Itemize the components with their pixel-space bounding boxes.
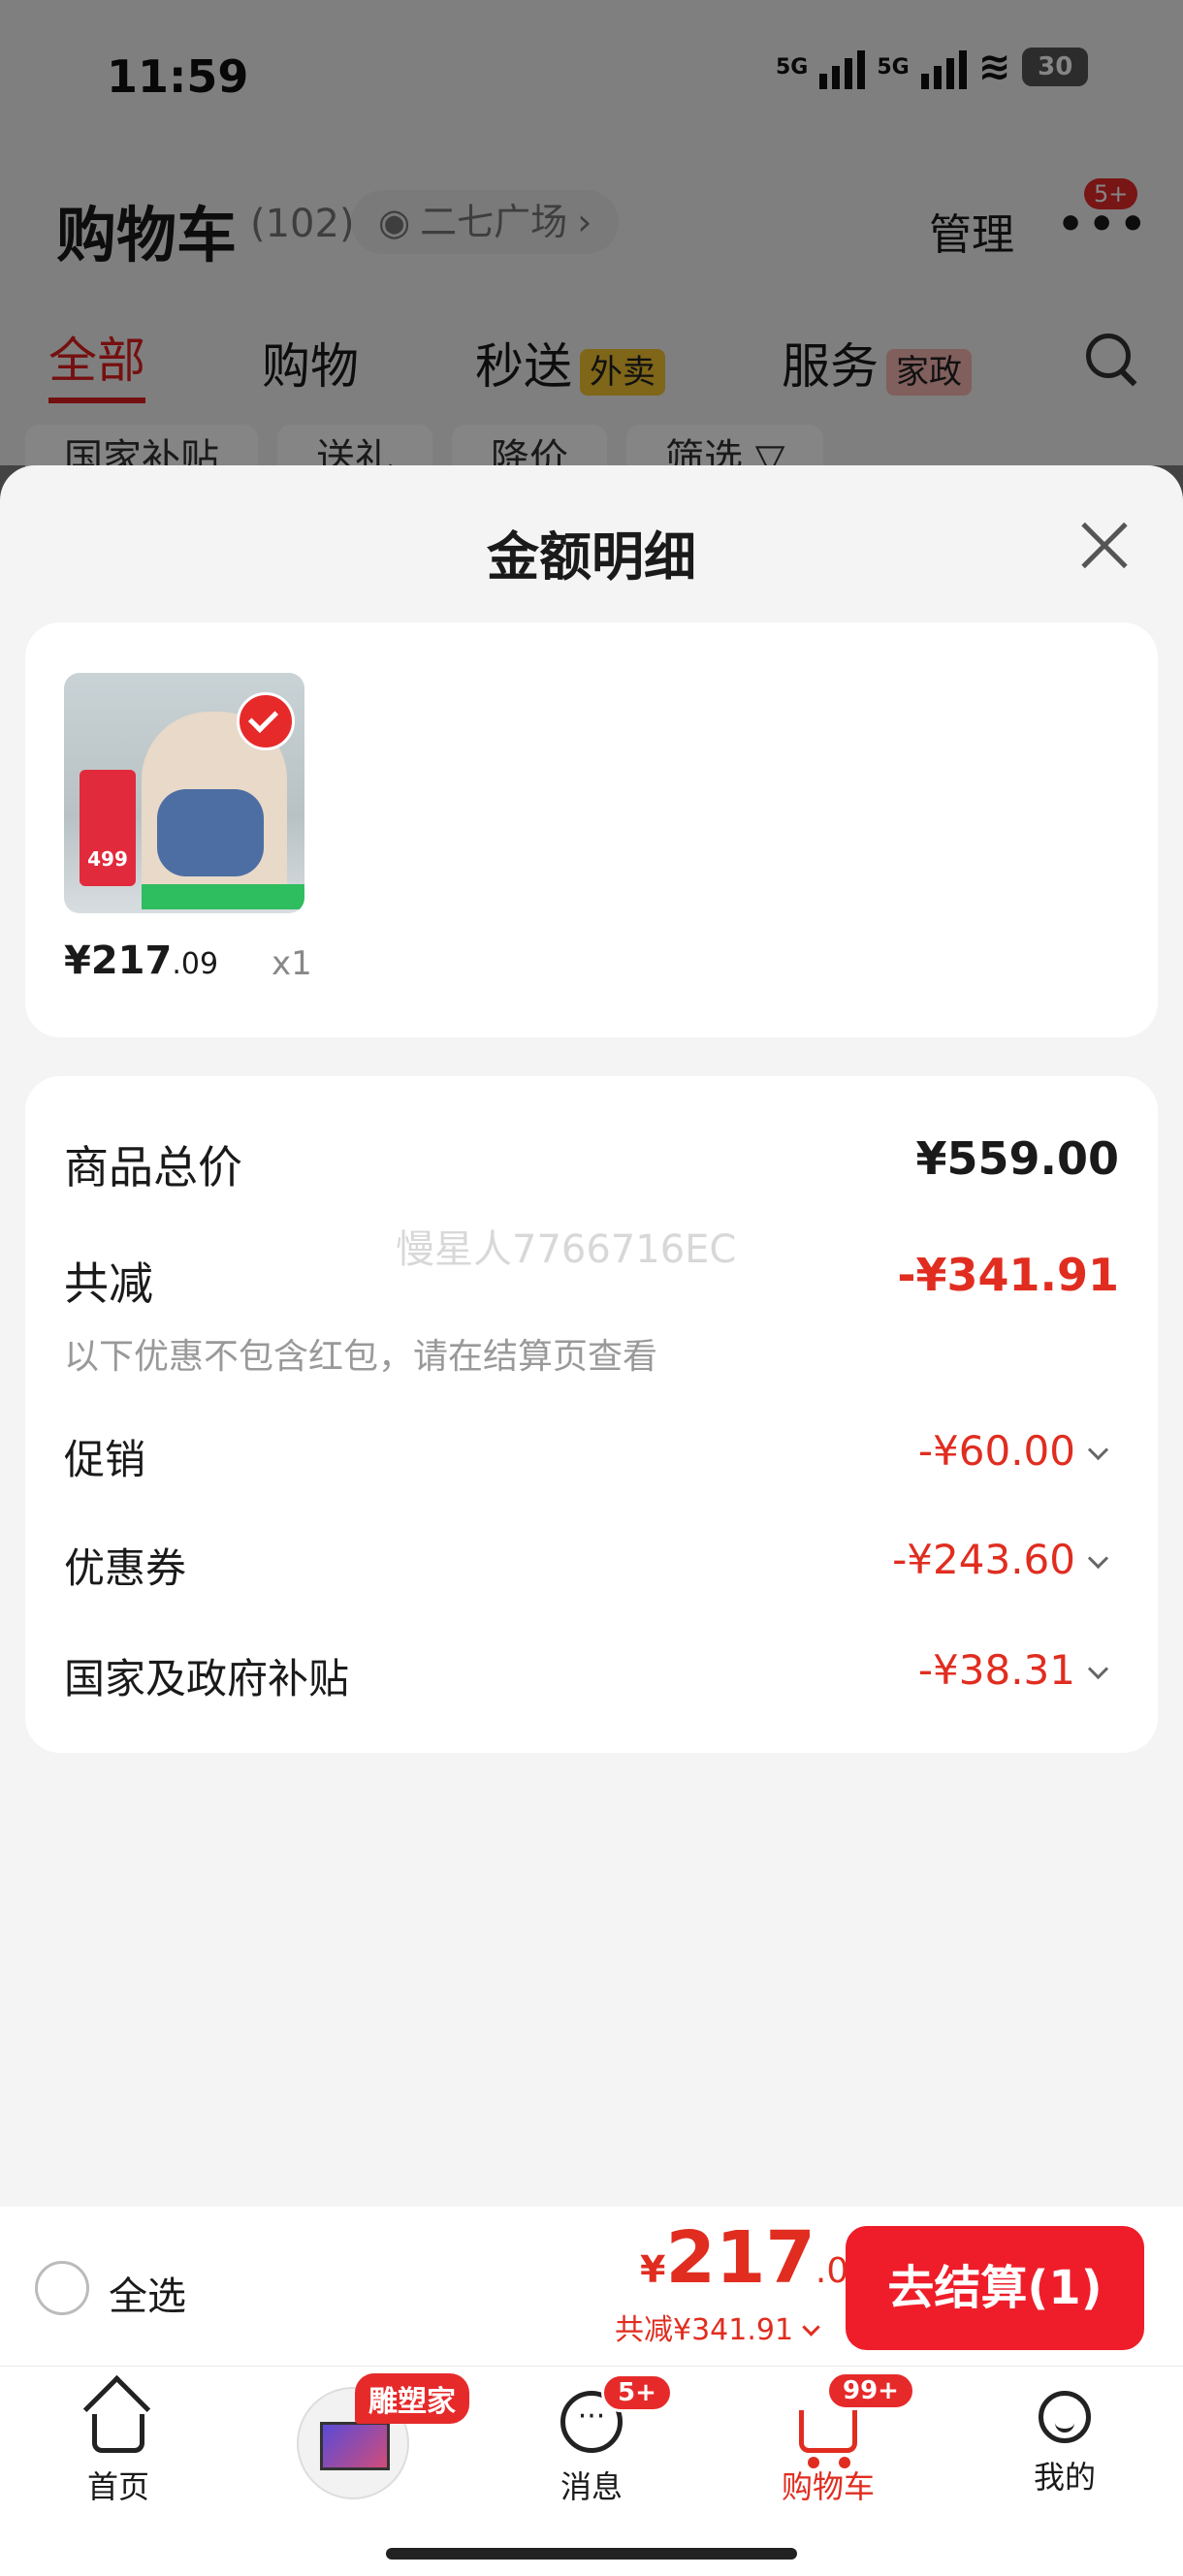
- checkout-button[interactable]: 去结算(1): [846, 2226, 1144, 2350]
- cart-icon: [799, 2410, 857, 2468]
- subsidy-label: 国家及政府补贴: [64, 1655, 350, 1702]
- sheet-title: 金额明细: [487, 526, 696, 588]
- nav-messages-label: 消息: [560, 2468, 623, 2505]
- nav-home[interactable]: 首页: [50, 2391, 186, 2507]
- discount-note: 以下优惠不包含红包，请在结算页查看: [64, 1337, 658, 1377]
- subsidy-value: -¥38.31: [917, 1646, 1075, 1694]
- coupon-value: -¥243.60: [892, 1536, 1075, 1583]
- promo-value: -¥60.00: [917, 1427, 1075, 1475]
- profile-icon: [1039, 2391, 1091, 2443]
- product-price-main: ¥217: [64, 938, 173, 983]
- total-main: 217: [665, 2216, 815, 2300]
- promo-row[interactable]: -¥60.00: [917, 1427, 1109, 1475]
- nav-me-label: 我的: [1033, 2459, 1096, 2496]
- total-currency: ¥: [640, 2248, 666, 2291]
- coupon-label: 优惠券: [64, 1544, 187, 1592]
- promo-label: 促销: [64, 1436, 146, 1483]
- nav-home-label: 首页: [86, 2468, 149, 2505]
- checkout-total: ¥217.09: [640, 2216, 871, 2300]
- discount-value: -¥341.91: [897, 1249, 1119, 1301]
- messages-badge: 5+: [601, 2373, 673, 2412]
- selected-check-icon: [237, 692, 295, 750]
- select-all-label[interactable]: 全选: [109, 2265, 186, 2321]
- product-image-price: 499: [87, 847, 128, 871]
- select-all-radio[interactable]: [35, 2261, 89, 2315]
- saved-amount-toggle[interactable]: 共减¥341.91: [615, 2306, 820, 2348]
- product-quantity: x1: [272, 944, 312, 983]
- close-icon[interactable]: [1078, 520, 1131, 572]
- saved-amount: 共减¥341.91: [615, 2313, 794, 2347]
- watermark: 慢星人7766716EC: [396, 1227, 737, 1272]
- chevron-down-icon: [1087, 1658, 1109, 1680]
- cart-badge: 99+: [826, 2371, 915, 2410]
- chevron-down-icon: [1087, 1439, 1109, 1461]
- product-price-cents: .09: [172, 947, 219, 981]
- chevron-down-icon: [1087, 1547, 1109, 1570]
- chevron-down-icon: [802, 2318, 820, 2337]
- home-indicator[interactable]: [386, 2548, 797, 2560]
- total-price-label: 商品总价: [64, 1141, 242, 1193]
- coupon-row[interactable]: -¥243.60: [892, 1536, 1109, 1583]
- promo-tag: 雕塑家: [355, 2373, 469, 2424]
- discount-label: 共减: [64, 1257, 153, 1310]
- nav-me[interactable]: 我的: [997, 2391, 1133, 2497]
- nav-cart-label: 购物车: [781, 2468, 875, 2505]
- subsidy-row[interactable]: -¥38.31: [917, 1646, 1109, 1694]
- total-price-value: ¥559.00: [915, 1132, 1119, 1185]
- home-icon: [92, 2414, 144, 2453]
- product-price: ¥217.09: [64, 938, 218, 983]
